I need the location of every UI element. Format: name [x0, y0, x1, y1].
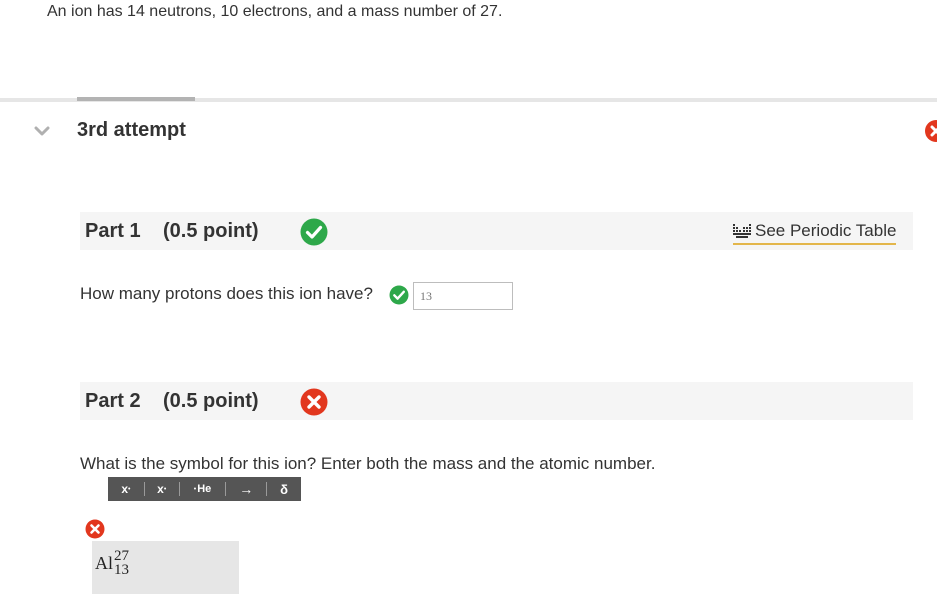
reaction-arrow-button[interactable]: → — [226, 477, 266, 501]
attempt-title: 3rd attempt — [77, 119, 186, 141]
part-2-header: Part 2 (0.5 point) — [80, 382, 913, 420]
part-2-answer-input[interactable]: Al 27 13 — [92, 541, 239, 594]
delta-glyph: δ — [280, 481, 289, 497]
part-2-points: (0.5 point) — [163, 390, 259, 412]
superscript-button[interactable]: x • — [108, 477, 144, 501]
part-1-header: Part 1 (0.5 point) See Periodic Table — [80, 212, 913, 250]
superscript-mark: • — [128, 485, 131, 493]
part-2-question: What is the symbol for this ion? Enter b… — [80, 454, 656, 473]
arrow-glyph: → — [239, 481, 254, 497]
x-circle-icon — [300, 388, 328, 416]
part-1-question: How many protons does this ion have? — [80, 284, 373, 303]
isotope-glyph: He — [197, 483, 212, 495]
chevron-down-icon[interactable] — [33, 124, 51, 138]
delta-button[interactable]: δ — [267, 477, 301, 501]
part-1-label: Part 1 — [85, 220, 141, 242]
ion-symbol: Al 27 13 — [95, 548, 129, 578]
superscript-glyph: x — [121, 482, 129, 496]
element-symbol: Al — [95, 553, 113, 573]
periodic-table-link[interactable]: See Periodic Table — [733, 219, 897, 245]
part-2-label: Part 2 — [85, 390, 141, 412]
subscript-mark: • — [163, 485, 167, 493]
subscript-glyph: x — [157, 482, 164, 496]
periodic-table-label: See Periodic Table — [755, 221, 897, 240]
attempt-tab-indicator — [77, 97, 195, 101]
question-text: An ion has 14 neutrons, 10 electrons, an… — [47, 3, 503, 20]
subscript-button[interactable]: x • — [145, 477, 179, 501]
mass-number: 27 — [114, 548, 129, 564]
isotope-mark: • — [193, 485, 197, 493]
atomic-number: 13 — [114, 562, 129, 578]
part-1-answer-input[interactable] — [413, 282, 513, 310]
formula-toolbar: x • x • • He → δ — [108, 477, 301, 501]
check-circle-icon — [389, 285, 409, 305]
nuclear-numbers: 27 13 — [114, 548, 129, 578]
periodic-table-icon — [733, 224, 751, 238]
part-1-points: (0.5 point) — [163, 220, 259, 242]
isotope-button[interactable]: • He — [180, 477, 226, 501]
x-circle-icon — [925, 120, 937, 142]
check-circle-icon — [300, 218, 328, 246]
x-circle-icon — [85, 519, 105, 539]
